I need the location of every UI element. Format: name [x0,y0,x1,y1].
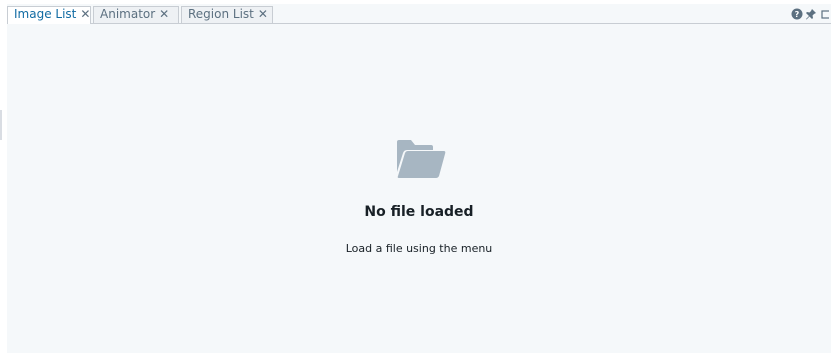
resize-handle[interactable] [0,110,2,140]
help-icon[interactable]: ? [791,8,803,20]
empty-state-description: Load a file using the menu [345,242,493,255]
tab-label: Image List [14,7,77,21]
panel-tools: ? [791,6,831,21]
tab-label: Animator [100,7,156,21]
svg-text:?: ? [795,10,800,19]
close-icon[interactable]: ✕ [80,7,90,22]
left-edge [0,0,7,353]
tab-image-list[interactable]: Image List ✕ [7,6,91,24]
close-icon[interactable]: ✕ [258,7,268,22]
folder-open-icon [395,138,447,180]
close-icon[interactable]: ✕ [159,7,169,22]
empty-state-title: No file loaded [364,204,474,220]
empty-state: No file loaded Load a file using the men… [7,24,831,353]
maximize-icon[interactable] [819,8,831,20]
pin-icon[interactable] [805,8,817,20]
tab-region-list[interactable]: Region List ✕ [181,6,273,23]
tab-label: Region List [188,7,254,21]
image-list-panel: Image List✕ Animator✕ Region List✕ ? [7,4,831,353]
tab-bar: Image List ✕ Animator ✕ Region List ✕ ? [7,4,831,24]
tab-animator[interactable]: Animator ✕ [93,6,179,23]
